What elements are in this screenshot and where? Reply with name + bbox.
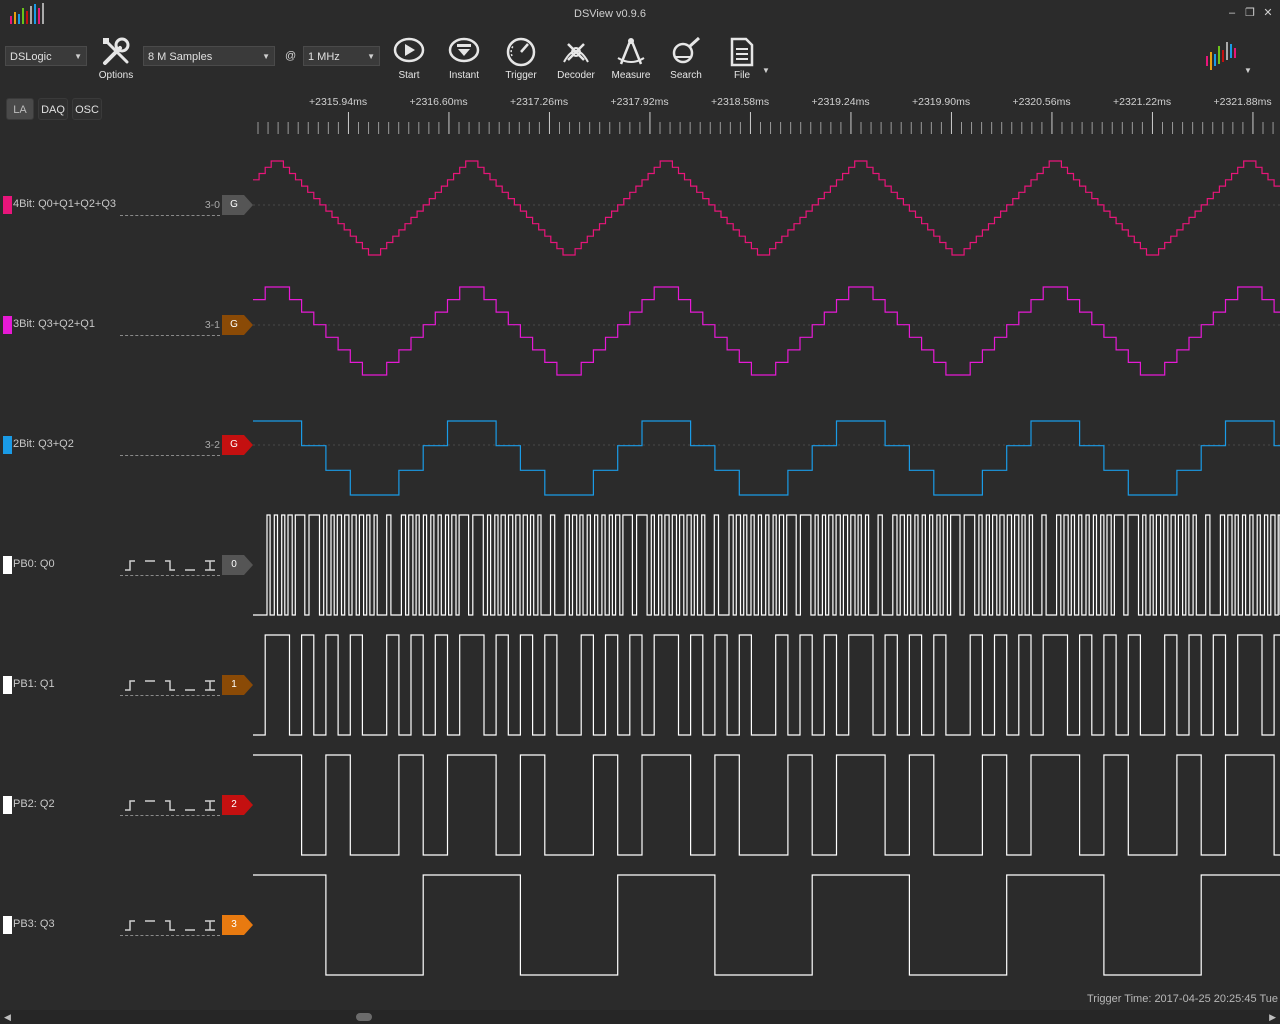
scroll-right-icon[interactable]: ▶ [1269, 1010, 1276, 1024]
scroll-left-icon[interactable]: ◀ [4, 1010, 11, 1024]
horizontal-scrollbar[interactable]: ◀ ▶ [0, 1010, 1280, 1024]
group-waveform [253, 420, 1280, 496]
pb0-waveform [253, 514, 1280, 616]
pb1-waveform [253, 634, 1280, 736]
pb3-waveform [253, 874, 1280, 976]
group-waveform [253, 160, 1280, 256]
scrollbar-thumb[interactable] [356, 1013, 372, 1021]
trigger-time: Trigger Time: 2017-04-25 20:25:45 Tue [1087, 993, 1278, 1005]
pb2-waveform [253, 754, 1280, 856]
waveform-area[interactable] [0, 0, 1280, 1010]
group-waveform [253, 286, 1280, 376]
